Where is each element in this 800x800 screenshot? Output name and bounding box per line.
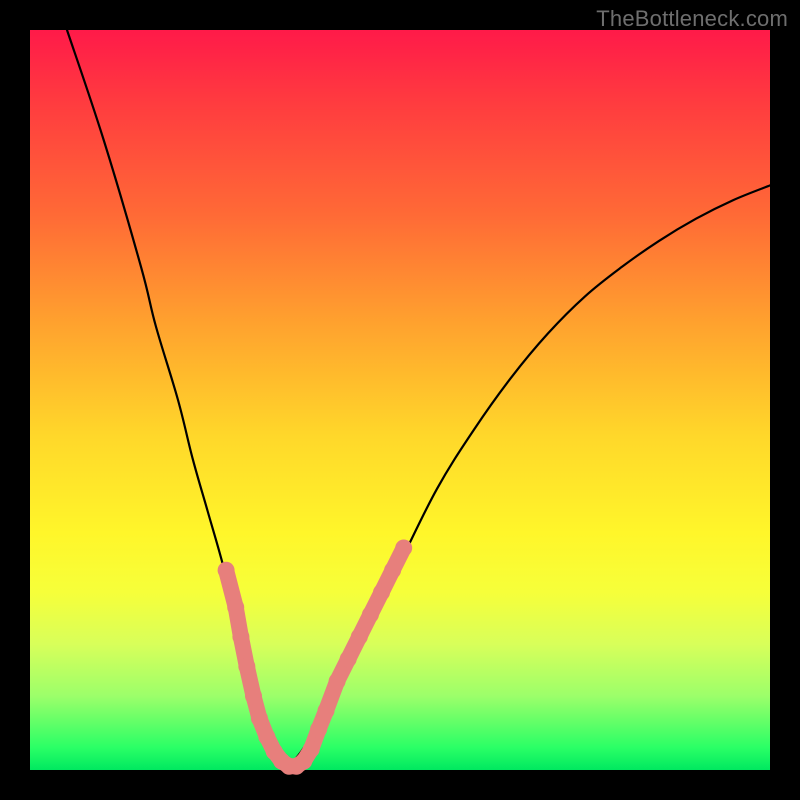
chart-svg	[30, 30, 770, 770]
marker-dot	[227, 599, 244, 616]
marker-dot	[238, 658, 255, 675]
chart-plot-area	[30, 30, 770, 770]
marker-dot	[362, 606, 379, 623]
marker-dot	[395, 540, 412, 557]
curve-layer	[67, 30, 770, 766]
curve-left-curve	[67, 30, 289, 766]
marker-dot	[258, 728, 275, 745]
marker-dot	[329, 673, 346, 690]
marker-dot	[384, 562, 401, 579]
chart-frame: TheBottleneck.com	[0, 0, 800, 800]
marker-dot	[318, 702, 335, 719]
marker-dot	[251, 710, 268, 727]
marker-layer	[218, 540, 413, 775]
marker-dot	[232, 628, 249, 645]
marker-dot	[303, 741, 320, 758]
marker-dot	[351, 628, 368, 645]
marker-dot	[245, 688, 262, 705]
marker-dot	[340, 651, 357, 668]
marker-dot	[373, 584, 390, 601]
curve-right-curve	[289, 185, 770, 766]
marker-dot	[218, 562, 235, 579]
marker-dot	[310, 721, 327, 738]
watermark-label: TheBottleneck.com	[596, 6, 788, 32]
